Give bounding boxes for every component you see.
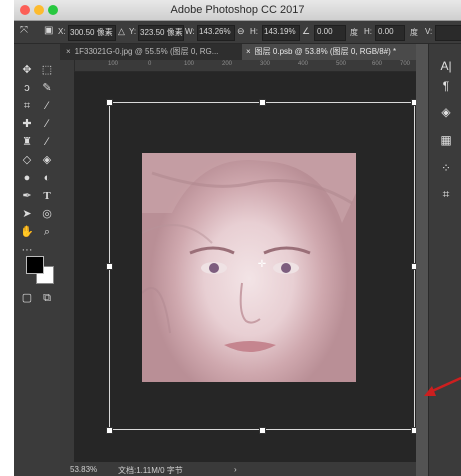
ruler-tick: 300 — [260, 61, 271, 67]
pen-tool-icon[interactable]: ✒ — [18, 188, 36, 204]
vertical-ruler — [60, 60, 75, 462]
tab-label: 1F33021G-0.jpg @ 55.5% (图层 0, RG... — [74, 47, 219, 56]
crop-tool-icon[interactable]: ⌗ — [18, 98, 36, 114]
eyedropper-tool-icon[interactable]: ⁄ — [38, 98, 56, 114]
paragraph-icon[interactable]: ¶ — [435, 76, 457, 96]
lasso-tool-icon[interactable]: ↄ — [18, 80, 36, 96]
swatches-icon[interactable]: ⁘ — [435, 158, 457, 178]
ruler-tick: 200 — [222, 61, 233, 67]
brush-tool-icon[interactable]: ∕ — [38, 116, 56, 132]
quick-select-tool-icon[interactable]: ✎ — [38, 80, 56, 96]
marquee-tool-icon[interactable]: ⬚ — [38, 62, 56, 78]
tools-panel: ✥ ⬚ ↄ ✎ ⌗ ⁄ ✚ ∕ ♜ ∕ ◇ ◈ ● ◐ ✒ T ➤ ◎ ✋ ⌕ … — [14, 44, 61, 476]
hskew-label: H: — [364, 27, 372, 36]
w-label: W: — [185, 27, 195, 36]
panel-dock: A| ¶ ◈ ▦ ⁘ ⌗ — [428, 44, 461, 476]
photoshop-window: Adobe Photoshop CC 2017 ⤧ ▣ X: 300.50 像素… — [14, 0, 461, 476]
zoom-level[interactable]: 53.83% — [70, 465, 97, 474]
horizontal-ruler: 100 0 100 200 300 400 500 600 700 — [74, 60, 416, 72]
transform-center-point-icon[interactable]: ✛ — [257, 260, 267, 270]
ruler-tick: 500 — [336, 61, 347, 67]
y-value: 323.50 像素 — [140, 28, 183, 37]
foreground-color-swatch[interactable] — [26, 256, 44, 274]
transform-handle-left[interactable] — [106, 263, 113, 270]
w-value: 143.26% — [199, 27, 231, 36]
dodge-tool-icon[interactable]: ◐ — [38, 170, 56, 186]
tab-close-icon[interactable]: × — [66, 47, 71, 56]
paint-bucket-tool-icon[interactable]: ◈ — [38, 152, 56, 168]
clone-stamp-tool-icon[interactable]: ♜ — [18, 134, 36, 150]
vskew-label: V: — [425, 27, 433, 36]
hskew-value: 0.00 — [378, 27, 394, 36]
ruler-tick: 100 — [184, 61, 195, 67]
tab-close-icon[interactable]: × — [246, 47, 251, 56]
app-title: Adobe Photoshop CC 2017 — [170, 4, 305, 16]
transform-handle-bottom[interactable] — [259, 427, 266, 434]
move-tool-icon[interactable]: ✥ — [18, 62, 36, 78]
document-canvas[interactable]: ✛ — [74, 72, 418, 462]
panel-gap — [416, 44, 428, 476]
reference-point-icon[interactable]: ▣ — [44, 25, 53, 36]
status-menu-arrow[interactable]: › — [234, 465, 237, 474]
x-value: 300.50 像素 — [70, 28, 113, 37]
ruler-tick: 0 — [148, 61, 152, 67]
tab-label: 图层 0.psb @ 53.8% (图层 0, RGB/8#) * — [254, 47, 397, 56]
options-bar: ⤧ ▣ X: 300.50 像素 △ Y: 323.50 像素 W: 143.2… — [14, 21, 461, 44]
shape-tool-icon[interactable]: ◎ — [38, 206, 56, 222]
status-bar: 53.83% 文档:1.11M/0 字节 › — [60, 462, 416, 476]
ruler-tick: 700 — [400, 61, 411, 67]
layers-icon[interactable]: ◈ — [435, 102, 457, 122]
document-info: 文档:1.11M/0 字节 — [118, 466, 183, 475]
eraser-tool-icon[interactable]: ◇ — [18, 152, 36, 168]
angle-unit: 度 — [350, 28, 358, 37]
quick-mask-icon[interactable]: ▢ — [18, 290, 36, 306]
tab-document-2[interactable]: × 图层 0.psb @ 53.8% (图层 0, RGB/8#) * — [242, 44, 416, 60]
blur-tool-icon[interactable]: ● — [18, 170, 36, 186]
vskew-field[interactable] — [435, 25, 461, 41]
screen-mode-icon[interactable]: ⧉ — [38, 290, 56, 306]
hskew-unit: 度 — [410, 28, 418, 37]
transform-tool-icon[interactable]: ⤧ — [20, 25, 28, 36]
transform-handle-top-left[interactable] — [106, 99, 113, 106]
h-value: 143.19% — [264, 27, 296, 36]
transform-handle-bottom-left[interactable] — [106, 427, 113, 434]
ruler-tick: 600 — [372, 61, 383, 67]
link-delta-icon[interactable]: △ — [118, 26, 125, 37]
character-icon[interactable]: A| — [435, 56, 457, 76]
ruler-tick: 400 — [298, 61, 309, 67]
zoom-tool-icon[interactable]: ⌕ — [38, 224, 56, 240]
h-label: H: — [250, 27, 258, 36]
angle-value: 0.00 — [317, 27, 333, 36]
ruler-tick: 100 — [108, 61, 119, 67]
healing-brush-tool-icon[interactable]: ✚ — [18, 116, 36, 132]
angle-icon: ∠ — [302, 26, 311, 36]
hand-tool-icon[interactable]: ✋ — [18, 224, 36, 240]
title-bar: Adobe Photoshop CC 2017 — [14, 0, 461, 21]
document-tab-bar: × 1F33021G-0.jpg @ 55.5% (图层 0, RG... × 图层… — [60, 44, 416, 60]
path-select-tool-icon[interactable]: ➤ — [18, 206, 36, 222]
transform-handle-top[interactable] — [259, 99, 266, 106]
annotation-arrow — [424, 376, 461, 396]
link-icon[interactable]: ⊖ — [237, 26, 245, 37]
crop-icon[interactable]: ⌗ — [435, 184, 457, 204]
tab-document-1[interactable]: × 1F33021G-0.jpg @ 55.5% (图层 0, RG... — [66, 44, 238, 60]
y-label: Y: — [129, 27, 137, 36]
type-tool-icon[interactable]: T — [38, 188, 56, 204]
channels-icon[interactable]: ▦ — [435, 130, 457, 150]
x-label: X: — [58, 27, 66, 36]
history-brush-tool-icon[interactable]: ∕ — [38, 134, 56, 150]
